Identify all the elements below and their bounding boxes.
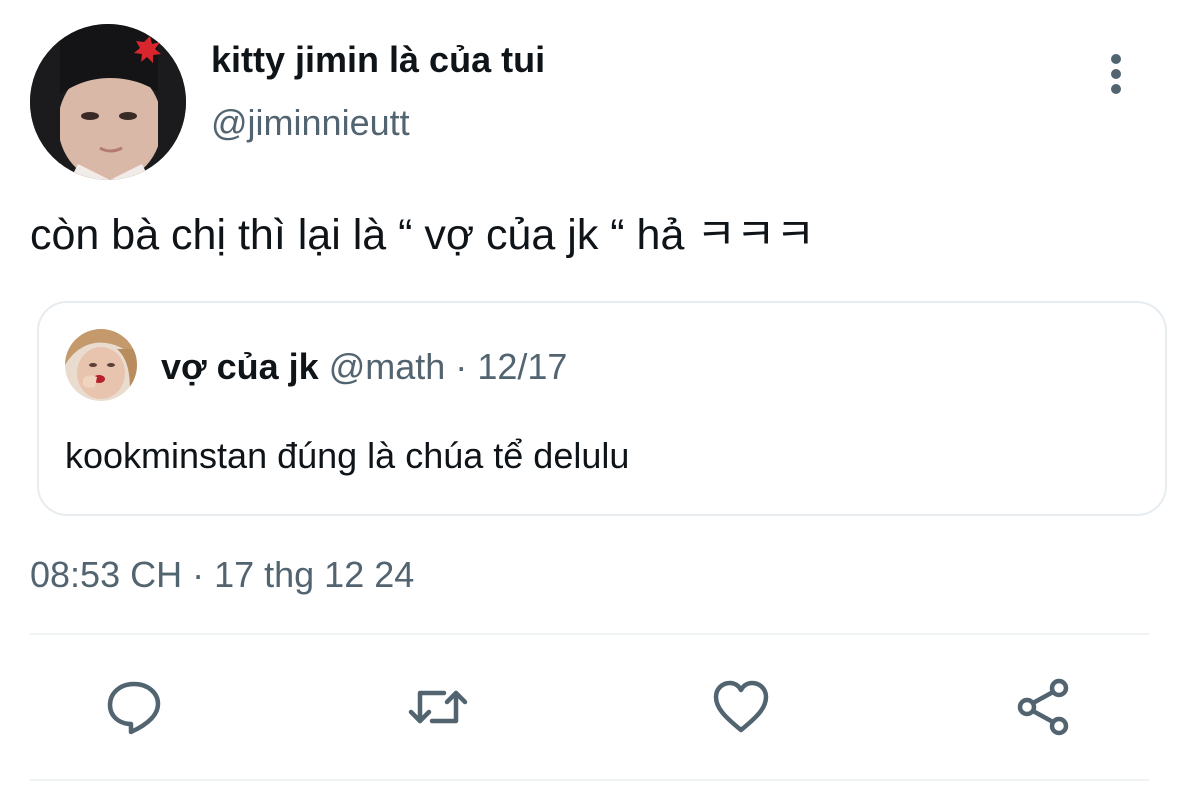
- quoted-tweet-card[interactable]: vợ của jk @math · 12/17 kookminstan đúng…: [37, 301, 1167, 516]
- like-button[interactable]: [711, 677, 771, 737]
- quoted-author-avatar: [65, 329, 137, 401]
- more-vertical-icon: [1111, 54, 1121, 94]
- share-button[interactable]: [1015, 677, 1075, 737]
- quoted-separator: ·: [455, 346, 468, 387]
- quoted-handle: @math: [328, 346, 446, 387]
- more-options-button[interactable]: [1094, 52, 1138, 96]
- quoted-avatar-image: [65, 329, 137, 401]
- quoted-display-name: vợ của jk: [161, 346, 319, 387]
- tweet-timestamp[interactable]: 08:53 CH · 17 thg 12 24: [30, 553, 414, 597]
- retweet-button[interactable]: [408, 677, 468, 737]
- quoted-tweet-text: kookminstan đúng là chúa tể delulu: [65, 435, 630, 476]
- reply-icon: [107, 681, 161, 735]
- divider-bottom: [30, 779, 1149, 781]
- author-display-name[interactable]: kitty jimin là của tui: [211, 38, 545, 82]
- heart-icon: [713, 680, 769, 733]
- author-handle[interactable]: @jiminnieutt: [211, 101, 410, 145]
- share-icon: [1017, 678, 1069, 736]
- reply-button[interactable]: [104, 677, 164, 737]
- tweet-text: còn bà chị thì lại là “ vợ của jk “ hả ㅋ…: [30, 211, 816, 259]
- divider-top: [30, 633, 1149, 635]
- retweet-icon: [408, 690, 468, 724]
- author-avatar[interactable]: [30, 24, 186, 180]
- quoted-header: vợ của jk @math · 12/17: [161, 345, 567, 389]
- author-avatar-image: [30, 24, 186, 180]
- quoted-date: 12/17: [477, 346, 568, 387]
